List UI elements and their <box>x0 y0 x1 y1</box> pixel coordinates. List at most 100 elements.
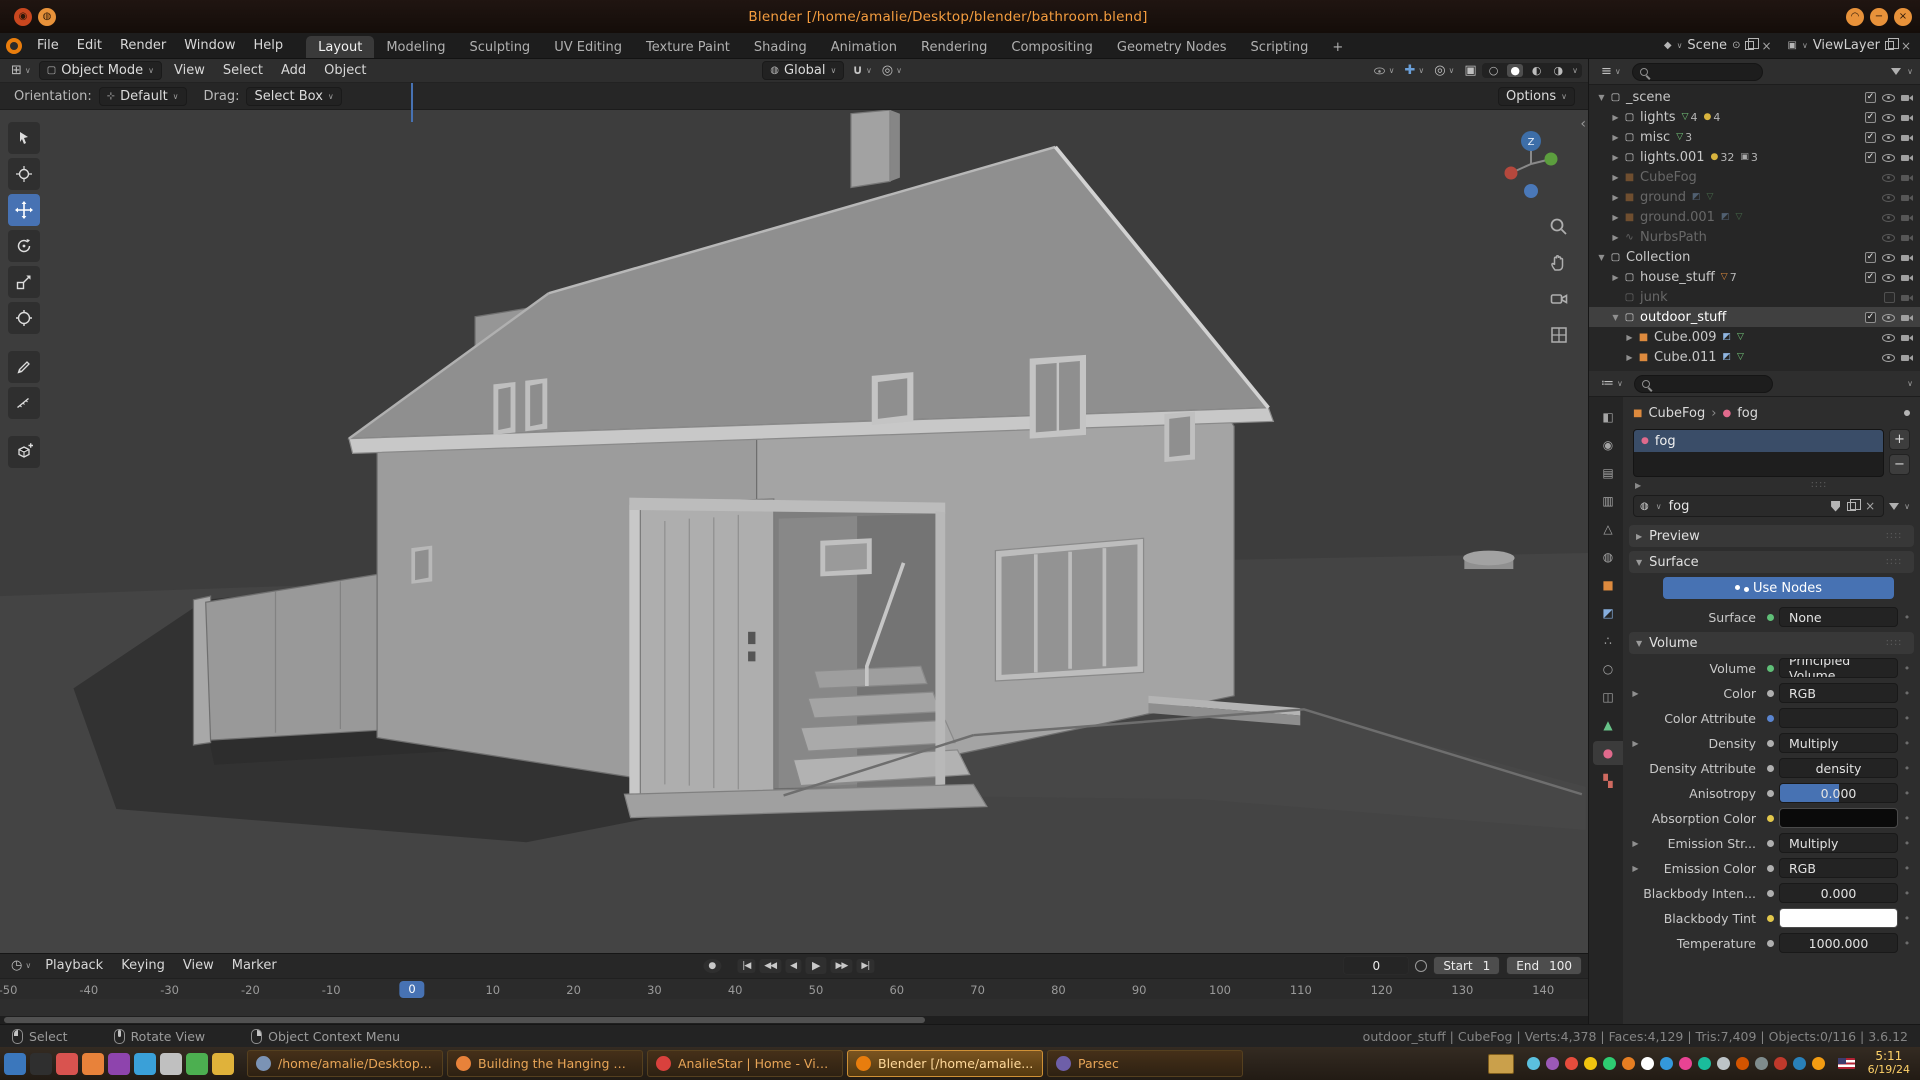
timeline-ruler[interactable]: -50-40-30-20-100102030405060708090100110… <box>0 978 1588 1000</box>
animate-dot-icon[interactable]: • <box>1898 837 1916 850</box>
drag-setting-dropdown[interactable]: Select Box ∨ <box>246 87 341 106</box>
outliner-row-_scene[interactable]: ▼▢_scene✓ <box>1589 87 1920 107</box>
orientation-setting-dropdown[interactable]: ⊹ Default ∨ <box>99 87 187 106</box>
hide-eye-icon[interactable] <box>1882 371 1895 372</box>
shading-options-button[interactable]: ∨ <box>1572 66 1578 75</box>
tray-icon[interactable] <box>1774 1057 1787 1070</box>
taskbar-window-blender[interactable]: Blender [/home/amalie... <box>847 1050 1043 1077</box>
tool-add-cube-button[interactable] <box>8 436 40 468</box>
end-frame-field[interactable]: End 100 <box>1506 956 1582 975</box>
launcher-icon[interactable] <box>30 1053 52 1075</box>
scene-selector[interactable]: ◆ ∨ Scene ⊙ × <box>1657 38 1781 53</box>
timeline-track[interactable] <box>0 999 1588 1024</box>
next-frame-button[interactable]: ▶▶ <box>830 959 852 973</box>
timeline-menu-keying[interactable]: Keying <box>112 958 174 973</box>
slot-specials-button[interactable]: ▶ <box>1635 481 1641 490</box>
disable-render-icon[interactable] <box>1901 331 1915 344</box>
expand-arrow-icon[interactable]: ▶ <box>1629 839 1642 848</box>
outliner-row-lights.001[interactable]: ▶▢lights.001●32▣3✓ <box>1589 147 1920 167</box>
animate-dot-icon[interactable]: • <box>1898 712 1916 725</box>
shading-material-button[interactable]: ◐ <box>1529 64 1545 77</box>
hide-eye-icon[interactable] <box>1882 251 1895 264</box>
launcher-icon[interactable] <box>212 1053 234 1075</box>
properties-tab-object-data[interactable]: ▲ <box>1593 713 1623 737</box>
tab-layout[interactable]: Layout <box>306 36 374 58</box>
disable-render-icon[interactable] <box>1901 171 1915 184</box>
viewport-menu-object[interactable]: Object <box>315 63 375 78</box>
editor-type-button[interactable]: ◷ ∨ <box>6 958 36 973</box>
fake-user-icon[interactable] <box>1831 501 1840 512</box>
prev-frame-button[interactable]: ◀ <box>785 959 801 973</box>
hide-eye-icon[interactable] <box>1882 171 1895 184</box>
pin-icon[interactable]: ⊙ <box>1732 40 1740 51</box>
property-field[interactable]: RGB <box>1779 683 1898 703</box>
launcher-icon[interactable] <box>160 1053 182 1075</box>
viewport-canvas[interactable] <box>0 110 1588 953</box>
play-button[interactable]: ▶ <box>805 957 826 974</box>
disclosure-triangle[interactable]: ▶ <box>1609 193 1622 202</box>
disable-render-icon[interactable] <box>1901 191 1915 204</box>
material-slot-list[interactable]: ● fog <box>1633 429 1884 477</box>
taskbar-window-vivaldi[interactable]: AnalieStar | Home - Viv... <box>647 1050 843 1077</box>
menu-help[interactable]: Help <box>245 33 293 58</box>
disable-render-icon[interactable] <box>1901 131 1915 144</box>
launcher-icon[interactable] <box>186 1053 208 1075</box>
property-field[interactable]: Multiply <box>1779 733 1898 753</box>
menu-window[interactable]: Window <box>175 33 244 58</box>
outliner-row-lights[interactable]: ▶▢lights▽4●4✓ <box>1589 107 1920 127</box>
transform-orientation-dropdown[interactable]: ◍ Global ∨ <box>762 61 844 80</box>
disable-render-icon[interactable] <box>1901 371 1915 372</box>
remove-slot-button[interactable]: − <box>1889 454 1910 475</box>
blender-logo-icon[interactable] <box>6 38 22 54</box>
editor-type-button[interactable]: ≡ ∨ <box>1596 64 1626 79</box>
taskbar-window-parsec[interactable]: Parsec <box>1047 1050 1243 1077</box>
gizmo-y-axis[interactable] <box>1545 153 1558 166</box>
tray-icon[interactable] <box>1717 1057 1730 1070</box>
chimney[interactable] <box>851 110 890 188</box>
filter-icon[interactable] <box>1891 68 1901 75</box>
proportional-editing-button[interactable]: ◎∨ <box>877 63 907 78</box>
disable-render-icon[interactable] <box>1901 111 1915 124</box>
outliner-row-ground.001[interactable]: ▶■ground.001◩▽ <box>1589 207 1920 227</box>
outliner-row-junk[interactable]: ▢junk <box>1589 287 1920 307</box>
use-nodes-button[interactable]: Use Nodes <box>1663 577 1894 599</box>
current-frame-field[interactable]: 0 <box>1343 956 1409 975</box>
tab-animation[interactable]: Animation <box>819 36 909 58</box>
expand-arrow-icon[interactable]: ▶ <box>1629 689 1642 698</box>
zoom-icon[interactable] <box>1546 214 1572 240</box>
menu-edit[interactable]: Edit <box>68 33 111 58</box>
gizmo-minus-z-axis[interactable] <box>1524 184 1538 198</box>
minimized-window-thumbnail[interactable] <box>1488 1054 1514 1074</box>
hide-eye-icon[interactable] <box>1882 271 1895 284</box>
disclosure-triangle[interactable]: ▼ <box>1595 253 1608 262</box>
panel-volume[interactable]: ▼ Volume ∷∷ <box>1629 632 1914 654</box>
door-handle[interactable] <box>748 632 755 644</box>
tool-transform-button[interactable] <box>8 302 40 334</box>
timeline-menu-playback[interactable]: Playback <box>36 958 112 973</box>
property-field[interactable] <box>1779 908 1898 928</box>
new-scene-icon[interactable] <box>1745 41 1754 50</box>
front-door[interactable] <box>640 499 773 801</box>
animate-dot-icon[interactable]: • <box>1898 762 1916 775</box>
tool-cursor-button[interactable] <box>8 158 40 190</box>
disable-render-icon[interactable] <box>1901 311 1915 324</box>
outliner-row-CubeFog[interactable]: ▶■CubeFog <box>1589 167 1920 187</box>
hide-eye-icon[interactable] <box>1882 131 1895 144</box>
tray-icon[interactable] <box>1736 1057 1749 1070</box>
camera-view-icon[interactable] <box>1546 286 1572 312</box>
properties-tab-texture[interactable]: ▚ <box>1593 769 1623 793</box>
properties-tab-object[interactable]: ■ <box>1593 573 1623 597</box>
jump-to-end-button[interactable]: ▶| <box>856 959 874 973</box>
delete-viewlayer-icon[interactable]: × <box>1899 39 1913 53</box>
tray-icon[interactable] <box>1679 1057 1692 1070</box>
editor-type-button[interactable]: ≔ ∨ <box>1596 376 1628 391</box>
viewport-menu-select[interactable]: Select <box>214 63 272 78</box>
current-frame-indicator[interactable]: 0 <box>399 981 424 998</box>
tray-icon[interactable] <box>1603 1057 1616 1070</box>
properties-tab-material[interactable]: ● <box>1593 741 1623 765</box>
tray-icon[interactable] <box>1584 1057 1597 1070</box>
tray-icon[interactable] <box>1755 1057 1768 1070</box>
gizmo-x-axis[interactable] <box>1505 167 1518 180</box>
hide-eye-icon[interactable] <box>1882 231 1895 244</box>
window-titlebar[interactable]: ◉ ◍ Blender [/home/amalie/Desktop/blende… <box>0 0 1920 33</box>
